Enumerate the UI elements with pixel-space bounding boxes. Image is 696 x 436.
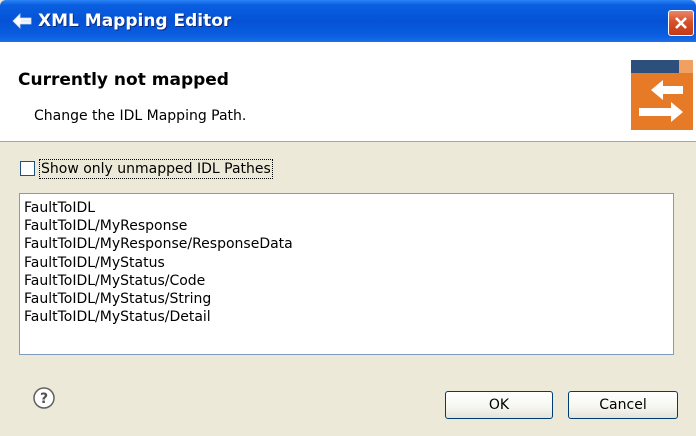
app-icon	[12, 11, 32, 31]
list-item[interactable]: FaultToIDL/MyResponse	[24, 217, 187, 236]
unmapped-filter-checkbox[interactable]	[20, 161, 35, 176]
cancel-button[interactable]: Cancel	[568, 391, 678, 419]
page-description: Change the IDL Mapping Path.	[34, 108, 247, 124]
wizard-header: Currently not mapped Change the IDL Mapp…	[0, 42, 696, 142]
list-item[interactable]: FaultToIDL	[24, 199, 95, 218]
window-title: XML Mapping Editor	[38, 11, 232, 31]
page-title: Currently not mapped	[18, 70, 229, 90]
idl-path-list[interactable]: FaultToIDL FaultToIDL/MyResponse FaultTo…	[19, 193, 674, 355]
ok-button[interactable]: OK	[445, 391, 553, 419]
unmapped-filter-label[interactable]: Show only unmapped IDL Pathes	[39, 159, 273, 179]
list-item[interactable]: FaultToIDL/MyStatus/String	[24, 290, 211, 309]
list-item[interactable]: FaultToIDL/MyStatus	[24, 254, 165, 273]
list-item[interactable]: FaultToIDL/MyResponse/ResponseData	[24, 235, 293, 254]
list-item[interactable]: FaultToIDL/MyStatus/Code	[24, 272, 205, 291]
close-icon	[675, 17, 687, 29]
list-item[interactable]: FaultToIDL/MyStatus/Detail	[24, 308, 211, 327]
title-bar[interactable]: XML Mapping Editor	[0, 0, 696, 42]
close-button[interactable]	[668, 10, 694, 36]
help-icon[interactable]: ?	[33, 387, 55, 409]
mapping-wizard-icon	[631, 60, 693, 130]
xml-mapping-editor-dialog: XML Mapping Editor Currently not mapped …	[0, 0, 696, 436]
svg-text:?: ?	[40, 391, 48, 407]
